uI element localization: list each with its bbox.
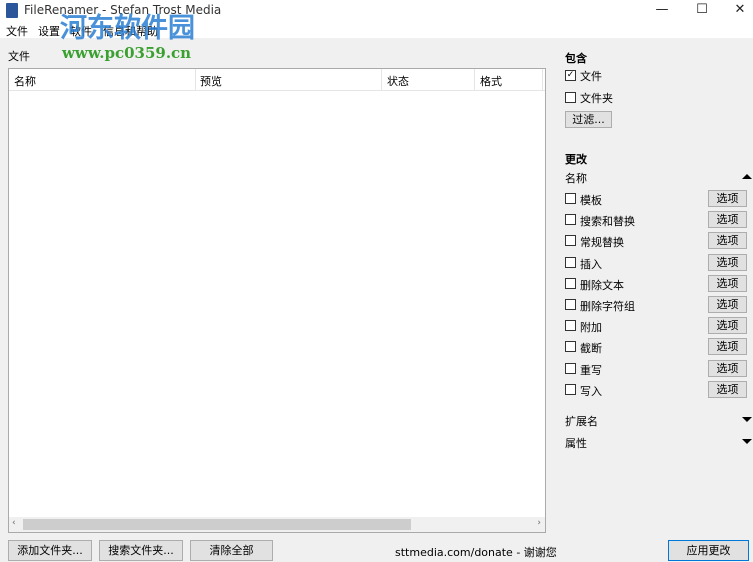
scrollbar-thumb[interactable] bbox=[23, 519, 411, 530]
change-option-label: 写入 bbox=[580, 384, 602, 398]
change-option-checkbox[interactable] bbox=[565, 235, 576, 247]
include-folders-checkbox[interactable] bbox=[565, 92, 576, 103]
change-option-checkbox[interactable] bbox=[565, 214, 576, 226]
menu-file[interactable]: 文件 bbox=[6, 23, 28, 39]
column-format[interactable]: 格式 bbox=[480, 73, 502, 89]
attributes-section-label[interactable]: 属性 bbox=[565, 435, 587, 451]
files-label: 文件 bbox=[8, 50, 30, 63]
donate-link[interactable]: sttmedia.com/donate - 谢谢您 bbox=[395, 544, 557, 560]
change-option-label: 搜索和替换 bbox=[580, 215, 635, 229]
column-divider[interactable] bbox=[195, 69, 196, 91]
change-option-label: 删除文本 bbox=[580, 278, 624, 292]
options-button[interactable]: 选项 bbox=[708, 338, 747, 356]
options-button[interactable]: 选项 bbox=[708, 253, 747, 271]
column-name[interactable]: 名称 bbox=[14, 73, 36, 89]
scroll-left-icon[interactable]: ‹ bbox=[12, 518, 16, 528]
column-divider[interactable] bbox=[542, 69, 543, 91]
scroll-right-icon[interactable]: › bbox=[537, 518, 541, 528]
options-button[interactable]: 选项 bbox=[708, 296, 747, 313]
menu-settings[interactable]: 设置 bbox=[38, 23, 60, 39]
add-folder-button[interactable]: 添加文件夹... bbox=[8, 540, 92, 561]
include-folders-label: 文件夹 bbox=[580, 92, 613, 105]
change-option-checkbox[interactable] bbox=[565, 256, 576, 268]
clear-all-button[interactable]: 清除全部 bbox=[190, 540, 273, 561]
name-section-label[interactable]: 名称 bbox=[565, 170, 587, 186]
change-option-checkbox[interactable] bbox=[565, 341, 576, 353]
expand-down-icon[interactable] bbox=[742, 439, 752, 444]
options-button[interactable]: 选项 bbox=[708, 190, 747, 207]
include-files-label: 文件 bbox=[580, 70, 602, 83]
column-status[interactable]: 状态 bbox=[387, 73, 409, 89]
maximize-button[interactable]: ☐ bbox=[682, 0, 722, 20]
change-option-checkbox[interactable] bbox=[565, 362, 576, 374]
change-option-checkbox[interactable] bbox=[565, 383, 576, 395]
apply-changes-button[interactable]: 应用更改 bbox=[668, 540, 749, 561]
column-divider[interactable] bbox=[474, 69, 475, 91]
change-option-label: 删除字符组 bbox=[580, 300, 635, 313]
watermark-url: www.pc0359.cn bbox=[62, 44, 192, 62]
list-header: 名称 预览 状态 格式 bbox=[9, 69, 545, 91]
change-option-label: 插入 bbox=[580, 257, 602, 271]
options-button[interactable]: 选项 bbox=[708, 211, 747, 229]
include-heading: 包含 bbox=[565, 52, 587, 65]
collapse-up-icon[interactable] bbox=[742, 174, 752, 179]
options-button[interactable]: 选项 bbox=[708, 317, 747, 335]
watermark-name: 河东软件园 bbox=[60, 13, 195, 44]
horizontal-scrollbar[interactable]: ‹ › bbox=[9, 517, 545, 532]
change-option-label: 附加 bbox=[580, 321, 602, 335]
search-folder-button[interactable]: 搜索文件夹... bbox=[99, 540, 183, 561]
change-heading: 更改 bbox=[565, 153, 587, 166]
column-divider[interactable] bbox=[381, 69, 382, 91]
app-icon bbox=[6, 3, 18, 18]
expand-down-icon[interactable] bbox=[742, 417, 752, 422]
change-option-label: 截断 bbox=[580, 342, 602, 356]
options-button[interactable]: 选项 bbox=[708, 380, 747, 398]
include-files-checkbox[interactable]: ✓ bbox=[565, 70, 576, 81]
options-button[interactable]: 选项 bbox=[708, 274, 747, 292]
file-list[interactable]: 名称 预览 状态 格式 ‹ › bbox=[8, 68, 546, 533]
minimize-button[interactable]: — bbox=[642, 0, 682, 20]
filter-button[interactable]: 过滤... bbox=[565, 111, 612, 128]
close-button[interactable]: ✕ bbox=[720, 0, 753, 20]
change-option-checkbox[interactable] bbox=[565, 299, 576, 310]
change-option-checkbox[interactable] bbox=[565, 193, 576, 204]
column-preview[interactable]: 预览 bbox=[200, 73, 222, 89]
options-button[interactable]: 选项 bbox=[708, 359, 747, 377]
change-option-label: 模板 bbox=[580, 194, 602, 207]
change-option-checkbox[interactable] bbox=[565, 320, 576, 332]
change-option-label: 常规替换 bbox=[580, 236, 624, 250]
change-option-checkbox[interactable] bbox=[565, 277, 576, 289]
extension-section-label[interactable]: 扩展名 bbox=[565, 413, 598, 429]
options-button[interactable]: 选项 bbox=[708, 232, 747, 250]
change-option-label: 重写 bbox=[580, 363, 602, 377]
